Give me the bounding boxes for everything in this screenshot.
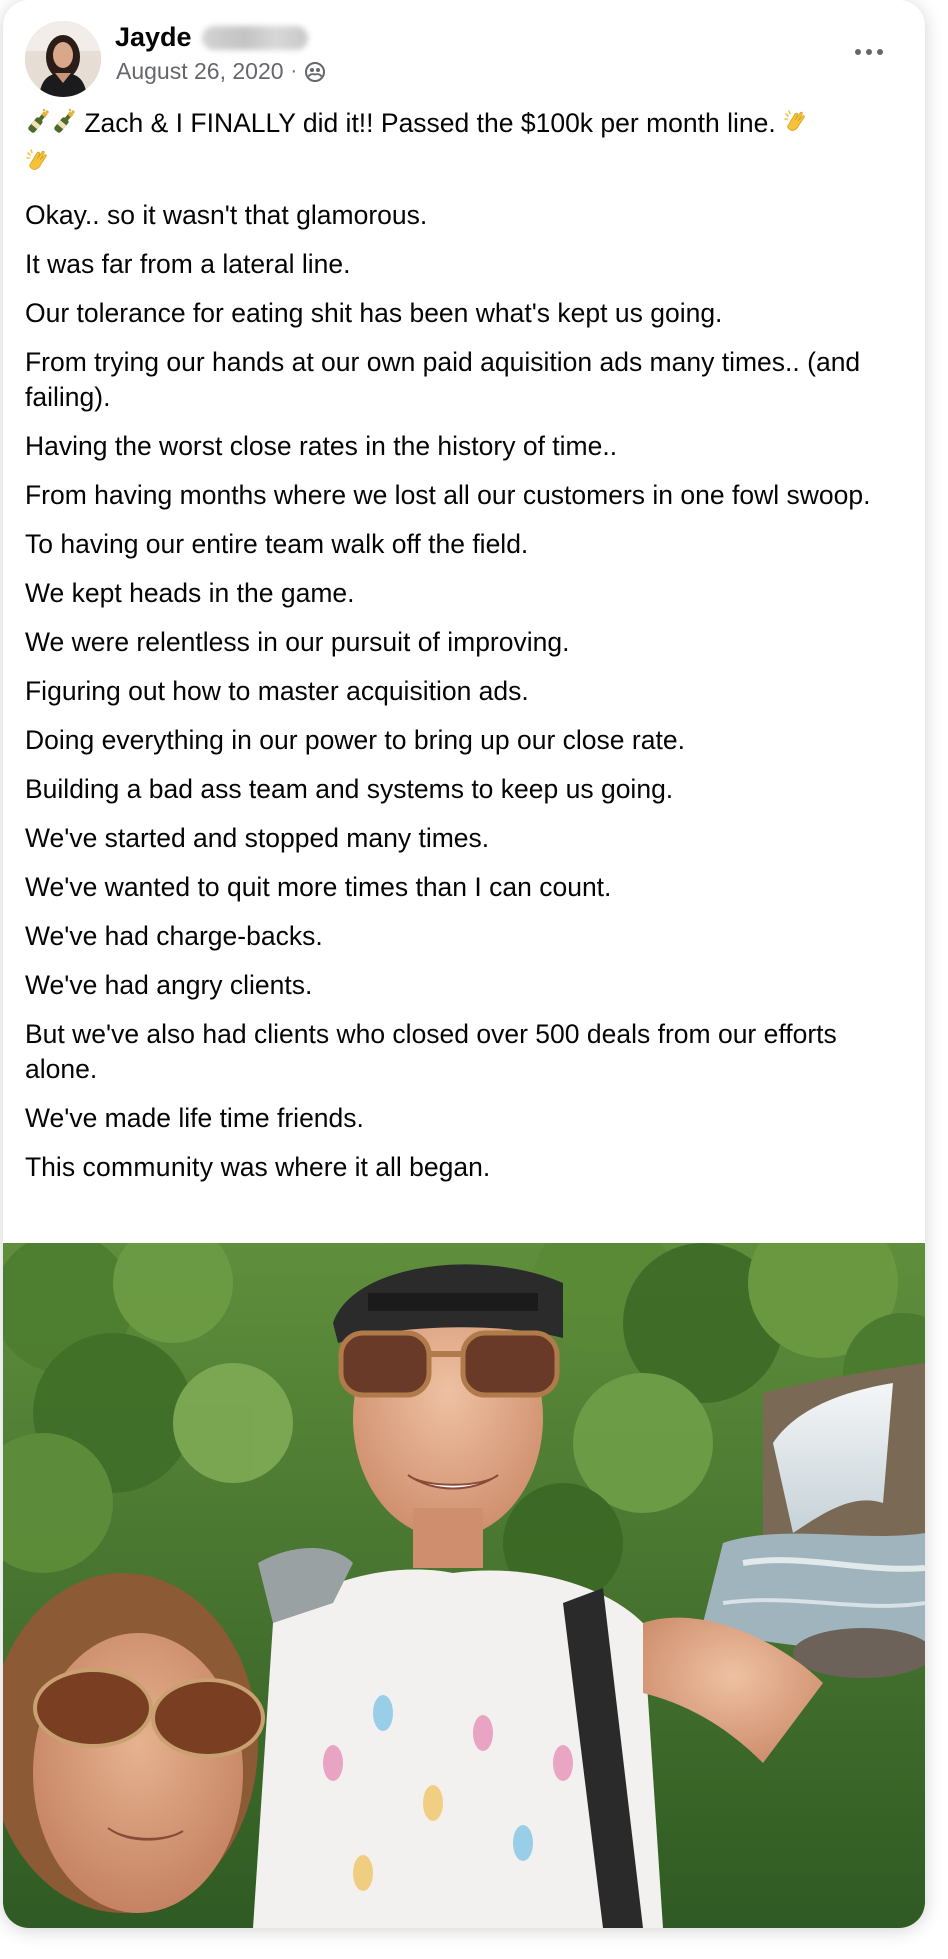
post-date[interactable]: August 26, 2020 [116,58,284,85]
post-header: Jayde August 26, 2020 · [3,0,925,110]
post-paragraph: From trying our hands at our own paid aq… [25,347,861,412]
post-paragraph: Okay.. so it wasn't that glamorous. [25,200,428,230]
post-paragraph: Building a bad ass team and systems to k… [25,774,674,804]
clapping-hands-emoji-icon [25,147,53,184]
more-options-button[interactable] [847,34,891,70]
more-options-icon [855,49,883,55]
last-line-start: This [25,1152,76,1182]
author-avatar[interactable] [25,21,101,97]
selfie-waterfall-image [3,1243,925,1928]
post-paragraph: It was far from a lateral line. [25,249,351,279]
champagne-emoji-icon [25,108,51,145]
author-name[interactable]: Jayde [115,22,308,53]
post-card: Jayde August 26, 2020 · Zach & I FINALLY… [3,0,925,1928]
last-line-end: was where it all began. [213,1152,491,1182]
post-paragraph: We've had angry clients. [25,970,313,1000]
author-first-name[interactable]: Jayde [115,22,192,53]
clapping-hands-emoji-icon [783,108,811,145]
post-paragraph: From having months where we lost all our… [25,480,871,510]
post-headline: Zach & I FINALLY did it!! Passed the $10… [77,108,784,138]
post-paragraph: Having the worst close rates in the hist… [25,431,618,461]
group-members-icon [304,61,326,83]
post-paragraph: We kept heads in the game. [25,578,355,608]
post-meta: August 26, 2020 · [116,58,326,85]
post-paragraph: We've wanted to quit more times than I c… [25,872,612,902]
post-paragraph: To having our entire team walk off the f… [25,529,529,559]
meta-separator: · [290,60,298,82]
post-last-line: This community was where it all began. [25,1150,905,1185]
avatar-image [25,21,101,97]
post-text: Zach & I FINALLY did it!! Passed the $10… [25,106,905,1199]
post-first-line: Zach & I FINALLY did it!! Passed the $10… [25,106,905,184]
post-paragraph: Doing everything in our power to bring u… [25,725,685,755]
champagne-emoji-icon [51,108,77,145]
post-paragraph: We've made life time friends. [25,1103,364,1133]
post-paragraph: Our tolerance for eating shit has been w… [25,298,723,328]
post-paragraph: We've had charge-backs. [25,921,323,951]
post-paragraph: But we've also had clients who closed ov… [25,1019,837,1084]
post-photo[interactable] [3,1243,925,1928]
post-paragraph: We were relentless in our pursuit of imp… [25,627,570,657]
post-paragraph: We've started and stopped many times. [25,823,490,853]
author-last-name-redacted [201,25,308,50]
community-link[interactable]: community [82,1152,213,1182]
post-paragraph: Figuring out how to master acquisition a… [25,676,529,706]
